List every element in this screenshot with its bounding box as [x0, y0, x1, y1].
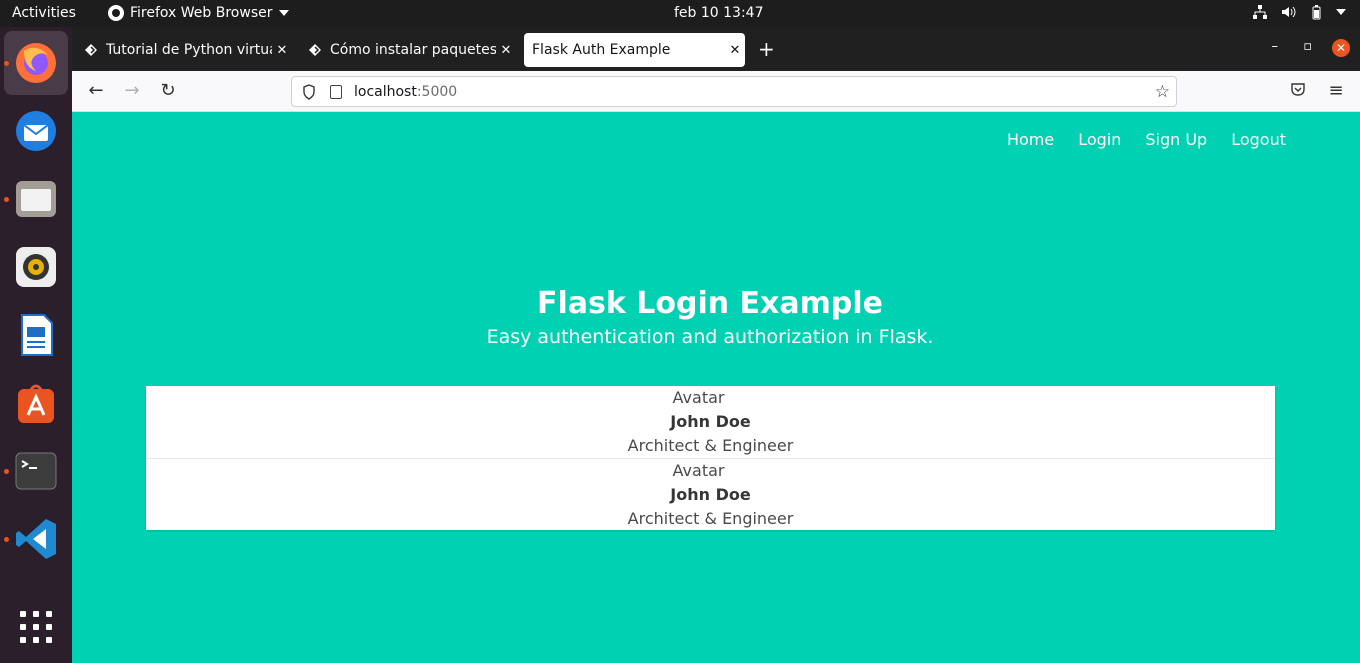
dock-vscode[interactable] — [4, 507, 68, 571]
dock-terminal[interactable] — [4, 439, 68, 503]
running-indicator — [4, 197, 9, 202]
dock-libreoffice-writer[interactable] — [4, 303, 68, 367]
url-bar[interactable]: localhost:5000 ☆ — [291, 76, 1177, 107]
shield-icon[interactable] — [302, 83, 316, 100]
tab-title: Flask Auth Example — [532, 42, 671, 58]
dock-software[interactable] — [4, 371, 68, 435]
system-top-bar: Activities Firefox Web Browser feb 10 13… — [0, 0, 1360, 27]
battery-icon — [1308, 4, 1324, 20]
show-applications[interactable] — [4, 595, 68, 659]
nav-home[interactable]: Home — [1007, 130, 1054, 149]
site-favicon — [84, 43, 98, 57]
tab-instalar-paquetes[interactable]: Cómo instalar paquetes P ✕ — [300, 33, 516, 67]
firefox-icon — [108, 5, 124, 21]
url-port: :5000 — [416, 83, 458, 100]
running-indicator — [4, 537, 9, 542]
url-host: localhost — [354, 83, 417, 100]
close-icon[interactable]: ✕ — [496, 43, 516, 58]
hero-title: Flask Login Example — [536, 286, 883, 321]
system-tray[interactable] — [1252, 4, 1346, 20]
user-name: John Doe — [670, 485, 751, 504]
page-content: Home Login Sign Up Logout Flask Login Ex… — [72, 112, 1360, 663]
dock-firefox[interactable] — [4, 31, 68, 95]
activities-button[interactable]: Activities — [12, 5, 76, 21]
network-icon — [1252, 4, 1268, 20]
profile-card: Avatar John Doe Architect & Engineer Ava… — [146, 386, 1275, 530]
tab-flask-auth[interactable]: Flask Auth Example ✕ — [524, 33, 745, 67]
maximize-button[interactable]: ▫ — [1303, 39, 1312, 54]
list-item: Avatar John Doe Architect & Engineer — [146, 386, 1275, 458]
reload-button[interactable]: ↻ — [158, 81, 178, 101]
vscode-icon — [16, 519, 56, 559]
tab-title: Tutorial de Python virtualenv — [106, 42, 272, 58]
pocket-icon[interactable] — [1288, 81, 1308, 101]
terminal-icon — [15, 452, 57, 490]
clock[interactable]: feb 10 13:47 — [674, 5, 764, 21]
minimize-button[interactable]: – — [1272, 39, 1279, 54]
shopping-bag-icon — [18, 384, 54, 423]
tab-tutorial-python[interactable]: Tutorial de Python virtualenv ✕ — [76, 33, 292, 67]
close-window-button[interactable]: ✕ — [1332, 39, 1350, 57]
volume-icon — [1280, 4, 1296, 20]
page-icon[interactable] — [330, 84, 342, 99]
hero-subtitle: Easy authentication and authorization in… — [486, 326, 934, 348]
site-favicon — [308, 43, 322, 57]
bookmark-star-icon[interactable]: ☆ — [1155, 82, 1170, 102]
running-indicator — [4, 61, 9, 66]
site-nav: Home Login Sign Up Logout — [1007, 130, 1286, 149]
back-button[interactable]: ← — [86, 81, 106, 101]
dock-rhythmbox[interactable] — [4, 235, 68, 299]
close-icon[interactable]: ✕ — [272, 43, 292, 58]
dock-thunderbird[interactable] — [4, 99, 68, 163]
tab-bar: Tutorial de Python virtualenv ✕ Cómo ins… — [72, 27, 1360, 71]
user-role: Architect & Engineer — [627, 436, 794, 455]
thunderbird-icon — [16, 111, 56, 151]
tab-title: Cómo instalar paquetes P — [330, 42, 496, 58]
new-tab-button[interactable]: + — [758, 37, 775, 61]
dock — [0, 27, 72, 663]
close-icon[interactable]: ✕ — [725, 43, 745, 58]
avatar: Avatar — [672, 388, 725, 407]
firefox-icon — [16, 43, 56, 83]
running-indicator — [4, 469, 9, 474]
folder-icon — [16, 181, 56, 217]
list-item: Avatar John Doe Architect & Engineer — [146, 458, 1275, 530]
nav-login[interactable]: Login — [1078, 130, 1121, 149]
navigation-toolbar: ← → ↻ localhost:5000 ☆ ≡ — [72, 71, 1360, 112]
app-menu-label: Firefox Web Browser — [130, 5, 273, 21]
app-menu[interactable]: Firefox Web Browser — [108, 5, 289, 21]
avatar: Avatar — [672, 461, 725, 480]
speaker-icon — [16, 247, 56, 287]
chevron-down-icon — [278, 10, 289, 16]
nav-signup[interactable]: Sign Up — [1145, 130, 1207, 149]
chevron-down-icon — [1336, 9, 1346, 15]
dock-files[interactable] — [4, 167, 68, 231]
user-name: John Doe — [670, 412, 751, 431]
document-icon — [21, 314, 53, 356]
hamburger-menu-icon[interactable]: ≡ — [1326, 81, 1346, 101]
nav-logout[interactable]: Logout — [1231, 130, 1286, 149]
app-grid-icon — [20, 611, 52, 643]
user-role: Architect & Engineer — [627, 509, 794, 528]
forward-button[interactable]: → — [122, 81, 142, 101]
